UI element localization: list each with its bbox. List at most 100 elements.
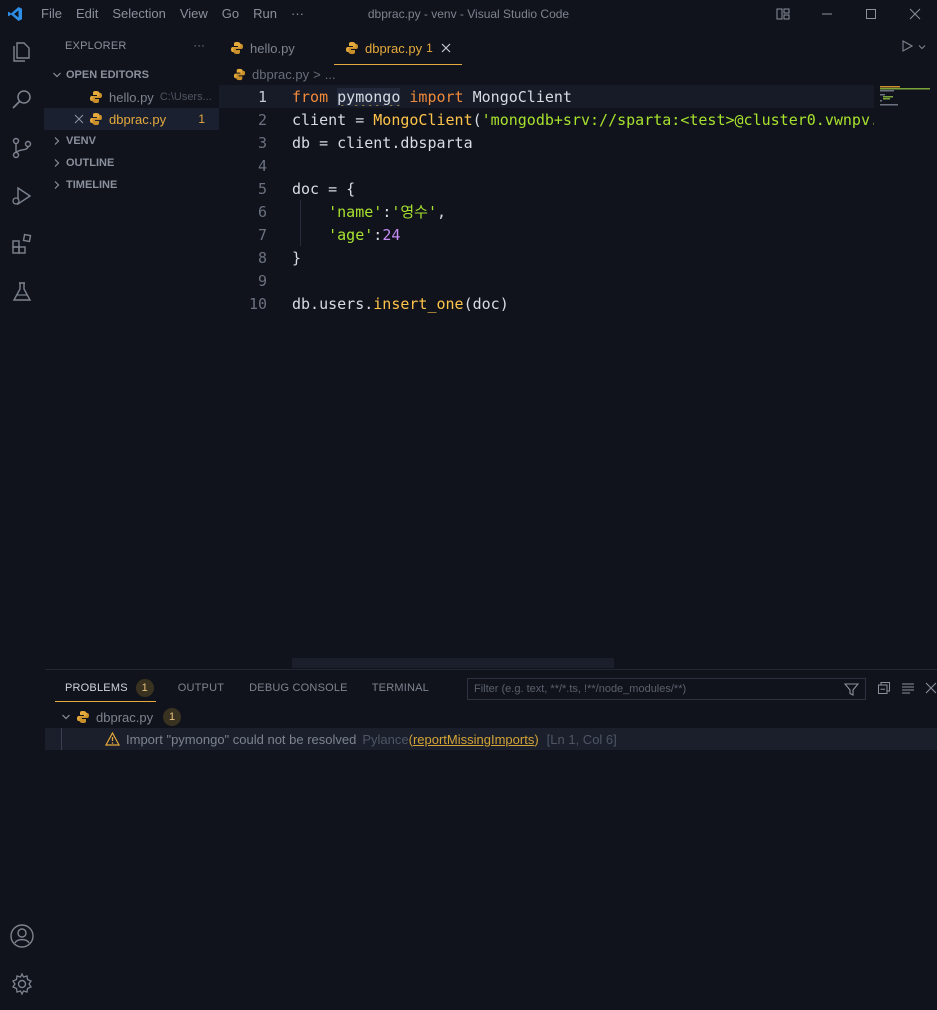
tab-debug-console-label: DEBUG CONSOLE <box>249 682 348 694</box>
extensions-icon[interactable] <box>8 230 36 258</box>
explorer-title: EXPLORER <box>65 40 127 52</box>
tab-terminal-label: TERMINAL <box>371 682 429 694</box>
outline-label: OUTLINE <box>66 157 115 169</box>
number-token: 24 <box>382 225 401 244</box>
tree-indent-guide <box>61 728 77 750</box>
class-token: MongoClient <box>472 87 572 106</box>
testing-flask-icon[interactable] <box>8 278 36 306</box>
run-options-chevron-icon[interactable] <box>917 40 927 55</box>
python-file-icon <box>88 111 104 127</box>
problem-location: [Ln 1, Col 6] <box>546 731 617 747</box>
menu-edit[interactable]: Edit <box>69 0 105 28</box>
menu-view[interactable]: View <box>173 0 215 28</box>
tab-dbprac[interactable]: dbprac.py 1 <box>334 33 462 65</box>
function-token: insert_one <box>373 294 464 313</box>
open-editor-hello[interactable]: hello.py C:\Users... <box>44 86 219 108</box>
warning-icon <box>105 732 120 746</box>
settings-gear-icon[interactable] <box>8 970 36 998</box>
line-number: 2 <box>257 110 267 129</box>
breadcrumb-symbol[interactable]: ... <box>325 67 336 82</box>
code-line[interactable]: 8 } <box>219 246 874 269</box>
problems-file-name: dbprac.py <box>96 709 154 725</box>
editor-actions <box>901 33 927 61</box>
account-icon[interactable] <box>8 922 36 950</box>
breadcrumb-file[interactable]: dbprac.py <box>252 67 309 82</box>
menu-selection[interactable]: Selection <box>105 0 172 28</box>
code-editor[interactable]: 1 from pymongo import MongoClient 2 clie… <box>219 85 874 315</box>
tab-problems[interactable]: PROBLEMS 1 <box>45 670 164 706</box>
venv-section[interactable]: VENV <box>44 130 219 152</box>
tab-debug-console[interactable]: DEBUG CONSOLE <box>239 670 358 706</box>
code-line[interactable]: 7 'age':24 <box>219 223 874 246</box>
problems-filter-input[interactable]: Filter (e.g. text, **/*.ts, !**/node_mod… <box>467 678 866 700</box>
close-panel-icon[interactable] <box>925 682 937 697</box>
code-line[interactable]: 3 db = client.dbsparta <box>219 131 874 154</box>
filter-placeholder: Filter (e.g. text, **/*.ts, !**/node_mod… <box>474 683 687 695</box>
keyword-token: from <box>292 87 329 106</box>
close-window-icon[interactable] <box>893 0 937 28</box>
python-file-icon <box>75 709 91 725</box>
code-line[interactable]: 4 <box>219 154 874 177</box>
menu-file[interactable]: File <box>34 0 69 28</box>
search-icon[interactable] <box>8 86 36 114</box>
minimap[interactable] <box>878 85 934 115</box>
horizontal-scrollbar[interactable] <box>292 658 614 668</box>
source-control-icon[interactable] <box>8 134 36 162</box>
tab-close-icon[interactable] <box>441 43 451 53</box>
problem-code-link[interactable]: reportMissingImports <box>413 732 534 747</box>
operator-token: , <box>437 203 447 221</box>
outline-section[interactable]: OUTLINE <box>44 152 219 174</box>
code-text: doc = { <box>292 179 356 198</box>
minimize-icon[interactable] <box>805 0 849 28</box>
code-text: } <box>292 248 302 267</box>
explorer-sidebar: EXPLORER ··· OPEN EDITORS hello.py C:\Us… <box>44 28 219 668</box>
open-editor-hello-name: hello.py <box>109 89 154 105</box>
layout-toggle-icon[interactable] <box>761 0 805 28</box>
chevron-right-icon <box>50 136 64 146</box>
problem-count-badge: 1 <box>198 112 205 126</box>
line-number: 6 <box>257 202 267 221</box>
explorer-icon[interactable] <box>8 38 36 66</box>
open-editors-section[interactable]: OPEN EDITORS <box>44 64 219 86</box>
operator-token: : <box>382 203 392 221</box>
code-text: db = client.dbsparta <box>292 133 473 152</box>
problem-message: Import "pymongo" could not be resolved <box>126 731 357 747</box>
tab-hello[interactable]: hello.py <box>219 33 334 63</box>
open-editor-dbprac-name: dbprac.py <box>109 111 167 127</box>
maximize-icon[interactable] <box>849 0 893 28</box>
chevron-right-icon <box>50 158 64 168</box>
code-line[interactable]: 6 'name':'영수', <box>219 200 874 223</box>
paren-token: (doc) <box>463 294 509 313</box>
tab-terminal[interactable]: TERMINAL <box>362 670 439 706</box>
problems-count-badge: 1 <box>135 679 154 697</box>
problem-item[interactable]: Import "pymongo" could not be resolved P… <box>45 728 937 750</box>
explorer-header: EXPLORER ··· <box>44 28 219 64</box>
menu-more[interactable]: ··· <box>284 0 311 28</box>
collapse-all-icon[interactable] <box>877 681 891 698</box>
timeline-section[interactable]: TIMELINE <box>44 174 219 196</box>
run-file-icon[interactable] <box>901 39 914 55</box>
code-line[interactable]: 2 client = MongoClient('mongodb+srv://sp… <box>219 108 874 131</box>
code-line[interactable]: 5 doc = { <box>219 177 874 200</box>
view-as-list-icon[interactable] <box>901 681 915 698</box>
line-number: 5 <box>257 179 267 198</box>
tab-dbprac-label: dbprac.py <box>365 40 423 56</box>
code-line[interactable]: 10 db.users.insert_one(doc) <box>219 292 874 315</box>
chevron-down-icon <box>59 712 73 722</box>
close-editor-icon[interactable] <box>70 114 88 124</box>
operator-token: = <box>346 110 374 129</box>
menu-go[interactable]: Go <box>215 0 246 28</box>
code-line[interactable]: 1 from pymongo import MongoClient <box>219 85 874 108</box>
tab-output[interactable]: OUTPUT <box>168 670 234 706</box>
function-token: MongoClient <box>373 110 473 129</box>
filter-funnel-icon[interactable] <box>843 682 860 700</box>
open-editor-dbprac[interactable]: dbprac.py 1 <box>44 108 219 130</box>
problems-file-count: 1 <box>163 708 182 726</box>
problems-file-group[interactable]: dbprac.py 1 <box>45 706 937 728</box>
run-debug-icon[interactable] <box>8 182 36 210</box>
menu-run[interactable]: Run <box>246 0 284 28</box>
vscode-logo-icon <box>0 0 30 28</box>
open-editor-hello-path: C:\Users... <box>159 91 212 103</box>
explorer-more-icon[interactable]: ··· <box>193 40 205 52</box>
code-line[interactable]: 9 <box>219 269 874 292</box>
